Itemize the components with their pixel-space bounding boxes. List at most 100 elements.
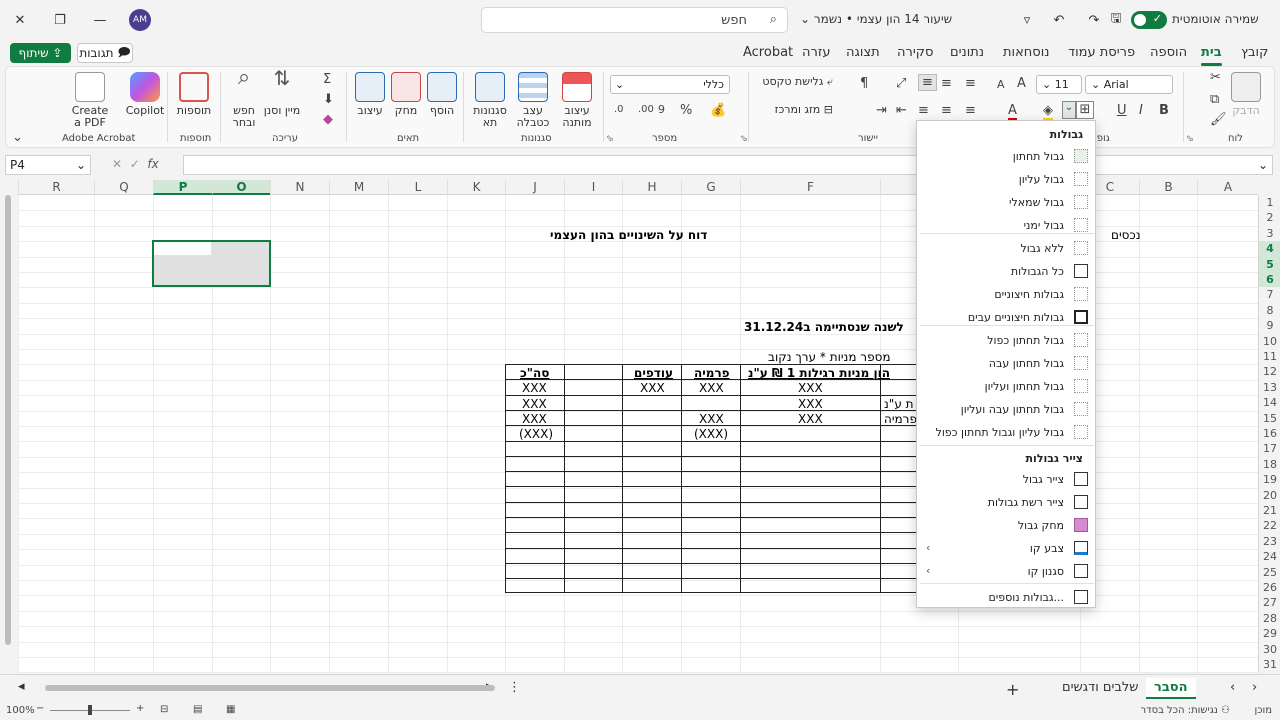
align-top-icon[interactable]: ≡	[965, 76, 976, 91]
cell-j13[interactable]: XXX	[522, 381, 547, 395]
align-left-icon[interactable]: ≡	[918, 103, 929, 118]
row-header-26[interactable]: 26	[1259, 580, 1280, 595]
merge-center-button[interactable]: מזג ומרכז ⊟	[753, 104, 833, 116]
prev-sheet-icon[interactable]: ‹	[1222, 678, 1243, 697]
cell-f15[interactable]: XXX	[798, 412, 823, 426]
tab-review[interactable]: סקירה	[897, 45, 933, 60]
wrap-text-button[interactable]: גלישת טקסט ⤶	[753, 76, 833, 88]
row-header-15[interactable]: 15	[1259, 411, 1280, 426]
tab-home[interactable]: בית	[1201, 45, 1222, 66]
column-header-l[interactable]: L	[388, 180, 447, 195]
column-header-k[interactable]: K	[447, 180, 505, 195]
insert-cells-button[interactable]: הוסף	[424, 72, 460, 117]
align-center-icon[interactable]: ≡	[941, 103, 952, 118]
row-header-5[interactable]: 5	[1259, 256, 1280, 272]
sheet-tab-explanation[interactable]: הסבר	[1146, 678, 1196, 699]
insert-function-icon[interactable]: fx	[147, 157, 158, 171]
cancel-icon[interactable]: ✕	[112, 157, 122, 171]
column-header-f[interactable]: F	[740, 180, 880, 195]
row-header-9[interactable]: 9	[1259, 318, 1280, 333]
header-total[interactable]: סה"כ	[520, 366, 549, 380]
row-header-21[interactable]: 21	[1259, 503, 1280, 518]
border-option-4[interactable]: ללא גבול	[918, 238, 1094, 260]
cell-styles-button[interactable]: סגנונות תא	[468, 72, 512, 129]
column-header-q[interactable]: Q	[94, 180, 153, 195]
cell-g15[interactable]: XXX	[699, 412, 724, 426]
decrease-indent-icon[interactable]: ⇥	[876, 103, 887, 118]
enter-icon[interactable]: ✓	[130, 157, 140, 171]
zoom-slider-thumb[interactable]	[88, 705, 92, 715]
border-option-9[interactable]: גבול תחתון עבה	[918, 353, 1094, 375]
save-icon[interactable]: 🖫	[1104, 8, 1128, 32]
underline-icon[interactable]: U	[1117, 103, 1127, 118]
horizontal-scrollbar[interactable]	[45, 685, 495, 691]
clear-icon[interactable]: ◆	[323, 112, 333, 127]
active-cell[interactable]	[154, 242, 211, 255]
add-sheet-icon[interactable]: +	[998, 678, 1027, 701]
row-header-3[interactable]: 3	[1259, 226, 1280, 241]
border-option-6[interactable]: גבולות חיצוניים	[918, 284, 1094, 306]
close-icon[interactable]: ✕	[8, 8, 32, 32]
header-retained-earnings[interactable]: עודפים	[634, 366, 673, 380]
find-select-button[interactable]: ⌕ חפש ובחר	[224, 67, 264, 129]
row-header-12[interactable]: 12	[1259, 364, 1280, 379]
italic-icon[interactable]: I	[1139, 103, 1143, 118]
font-launcher-icon[interactable]: ⬂	[1186, 134, 1194, 144]
autosave-toggle[interactable]: ✓	[1131, 11, 1167, 29]
row-header-8[interactable]: 8	[1259, 303, 1280, 318]
row-header-4[interactable]: 4	[1259, 241, 1280, 257]
cell-h13[interactable]: XXX	[640, 381, 665, 395]
tab-view[interactable]: תצוגה	[846, 45, 880, 60]
fill-icon[interactable]: ⬇	[323, 92, 334, 107]
avatar[interactable]: AM	[129, 9, 151, 31]
row-header-31[interactable]: 31	[1259, 657, 1280, 672]
row-header-23[interactable]: 23	[1259, 534, 1280, 549]
number-launcher-icon[interactable]: ⬂	[606, 134, 614, 144]
row-header-13[interactable]: 13	[1259, 380, 1280, 395]
tab-formulas[interactable]: נוסחאות	[1003, 45, 1049, 60]
cell-g13[interactable]: XXX	[699, 381, 724, 395]
row-header-6[interactable]: 6	[1259, 272, 1280, 288]
bold-icon[interactable]: B	[1159, 103, 1169, 118]
cell-f14[interactable]: XXX	[798, 397, 823, 411]
column-header-m[interactable]: M	[329, 180, 388, 195]
comma-style-icon[interactable]: 9	[658, 103, 665, 116]
column-header-o[interactable]: O	[212, 180, 270, 195]
font-name-select[interactable]: ⌄ Arial	[1085, 75, 1173, 94]
redo-icon[interactable]: ↷	[1082, 8, 1106, 32]
column-header-h[interactable]: H	[622, 180, 681, 195]
row-header-24[interactable]: 24	[1259, 549, 1280, 564]
draw-option-3[interactable]: צבע קו ‹	[918, 538, 1094, 560]
align-bottom-icon[interactable]: ≡	[918, 74, 937, 91]
zoom-level[interactable]: 100%	[6, 705, 35, 716]
row-header-25[interactable]: 25	[1259, 565, 1280, 580]
cell-e14[interactable]: ת ע"נ	[884, 397, 914, 411]
vertical-scrollbar[interactable]	[5, 195, 11, 645]
draw-option-1[interactable]: צייר רשת גבולות	[918, 492, 1094, 514]
more-options-icon[interactable]: ⋮	[500, 678, 529, 697]
tab-help[interactable]: עזרה	[802, 45, 830, 60]
tab-insert[interactable]: הוספה	[1150, 45, 1187, 60]
border-option-5[interactable]: כל הגבולות	[918, 261, 1094, 283]
column-header-i[interactable]: I	[564, 180, 622, 195]
fill-color-icon[interactable]: ◈	[1043, 103, 1053, 121]
name-box[interactable]: P4 ⌄	[5, 155, 91, 175]
border-option-0[interactable]: גבול תחתון	[918, 146, 1094, 168]
row-header-20[interactable]: 20	[1259, 488, 1280, 503]
borders-icon[interactable]: ⊞	[1076, 101, 1094, 119]
document-title[interactable]: ⌄ שיעור 14 הון עצמי • נשמר	[800, 12, 952, 26]
increase-font-icon[interactable]: A	[1017, 76, 1026, 91]
customize-qat-icon[interactable]: ▿	[1015, 8, 1039, 32]
column-header-b[interactable]: B	[1139, 180, 1197, 195]
row-header-29[interactable]: 29	[1259, 626, 1280, 641]
create-pdf-button[interactable]: Create a PDF	[68, 72, 112, 129]
borders-dropdown-chevron-icon[interactable]: ⌄	[1062, 101, 1076, 119]
search-input[interactable]: חפש ⌕	[481, 7, 788, 33]
row-header-19[interactable]: 19	[1259, 472, 1280, 487]
cell-j15[interactable]: XXX	[522, 412, 547, 426]
tab-file[interactable]: קובץ	[1241, 45, 1268, 60]
column-header-n[interactable]: N	[270, 180, 329, 195]
row-header-14[interactable]: 14	[1259, 395, 1280, 410]
tab-data[interactable]: נתונים	[950, 45, 984, 60]
cell-g16[interactable]: (XXX)	[694, 427, 728, 441]
